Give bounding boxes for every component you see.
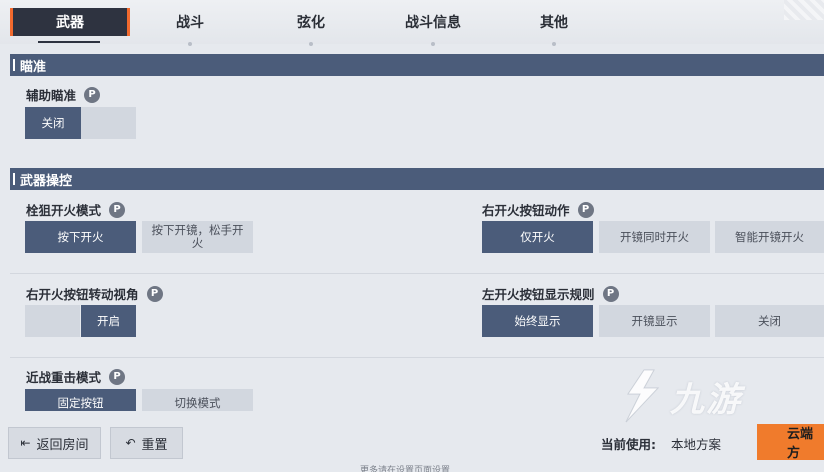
section-title: 武器操控 [20,173,73,189]
button-label: 返回房间 [36,437,89,453]
help-icon[interactable]: P [109,368,126,385]
option-text: 固定按钮 [57,396,104,410]
tab-other[interactable]: 其他 [519,8,589,46]
divider [10,357,824,358]
section-header-weapon-control: 武器操控 [10,168,824,190]
tab-label: 武器 [56,15,84,31]
right-fire-rotate-on-button[interactable]: 开启 [81,305,136,337]
button-label: 云端方 [787,427,814,461]
option-label-melee-heavy: 近战重击模式 P [26,367,126,386]
label-text: 右开火按钮动作 [482,203,570,218]
divider [10,273,824,274]
right-smart-scope-fire-button[interactable]: 智能开镜开火 [715,221,824,253]
current-scheme-label: 当前使用: [601,437,656,452]
button-label: 重置 [141,437,168,453]
help-icon[interactable]: P [84,86,101,103]
watermark-text: 九游 [670,379,742,420]
label-text: 右开火按钮转动视角 [26,287,139,302]
tab-weapon[interactable]: 武器 [10,8,130,36]
left-fire-off-button[interactable]: 关闭 [715,305,824,337]
option-text: 按下开火 [57,229,104,244]
option-text: 开启 [97,313,120,328]
watermark-logo: 九游 [620,366,810,426]
tab-label: 弦化 [297,15,325,31]
assist-aim-off-button[interactable]: 关闭 [25,107,81,139]
top-tab-bar: 武器 战斗 弦化 战斗信息 其他 [0,0,824,46]
help-icon[interactable]: P [146,285,163,302]
footer-hint: 更多请在设置页面设置 [360,466,451,472]
melee-fixed-button[interactable]: 固定按钮 [25,389,136,411]
option-text: 关闭 [41,115,65,130]
label-text: 近战重击模式 [26,370,102,385]
option-label-right-fire-action: 右开火按钮动作 P [482,200,594,219]
tab-label: 战斗信息 [405,15,461,31]
tab-dot [188,42,192,46]
help-icon[interactable]: P [109,201,126,218]
option-text: 开镜同时开火 [620,229,689,244]
undo-icon: ↶ [125,436,136,450]
label-text: 左开火按钮显示规则 [482,287,595,302]
label-text: 辅助瞄准 [26,88,77,103]
tab-dot [431,42,435,46]
help-icon[interactable]: P [602,285,619,302]
section-header-aim: 瞄准 [10,54,824,76]
option-label-right-fire-rotate: 右开火按钮转动视角 P [26,284,163,303]
exit-icon: ⇤ [20,436,31,450]
tab-combat-info[interactable]: 战斗信息 [390,8,476,46]
option-text: 智能开镜开火 [735,229,804,244]
assist-aim-on-button[interactable] [81,107,136,139]
decorative-pattern [784,0,824,20]
option-text: 关闭 [758,313,781,328]
sniper-press-fire-button[interactable]: 按下开火 [25,221,136,253]
option-label-left-fire-display: 左开火按钮显示规则 P [482,284,619,303]
right-fire-rotate-off-button[interactable] [25,305,80,337]
option-label-assist-aim: 辅助瞄准 P [26,85,101,104]
active-tab-indicator [38,41,100,43]
option-text: 仅开火 [520,229,555,244]
right-scope-and-fire-button[interactable]: 开镜同时开火 [599,221,710,253]
left-fire-scope-show-button[interactable]: 开镜显示 [599,305,710,337]
help-icon[interactable]: P [577,201,594,218]
tab-label: 战斗 [176,15,204,31]
section-title: 瞄准 [20,59,47,75]
reset-button[interactable]: ↶ 重置 [110,427,183,459]
watermark-symbol [625,369,660,423]
melee-toggle-button[interactable]: 切换模式 [142,389,253,411]
tab-dot [309,42,313,46]
label-text: 栓狙开火模式 [26,203,102,218]
current-scheme-value: 本地方案 [671,437,722,452]
tab-dot [552,42,556,46]
option-text: 始终显示 [514,313,561,328]
tab-string[interactable]: 弦化 [276,8,346,46]
sniper-scope-release-fire-button[interactable]: 按下开镜，松手开火 [142,221,253,253]
tab-combat[interactable]: 战斗 [155,8,225,46]
right-fire-only-button[interactable]: 仅开火 [482,221,593,253]
option-label-sniper-fire-mode: 栓狙开火模式 P [26,200,126,219]
option-text: 切换模式 [174,396,221,410]
back-to-room-button[interactable]: ⇤ 返回房间 [8,427,101,459]
left-fire-always-show-button[interactable]: 始终显示 [482,305,593,337]
tab-label: 其他 [540,15,568,31]
option-text: 按下开镜，松手开火 [151,223,244,250]
option-text: 开镜显示 [631,313,678,328]
cloud-scheme-button[interactable]: 云端方 [757,424,824,461]
